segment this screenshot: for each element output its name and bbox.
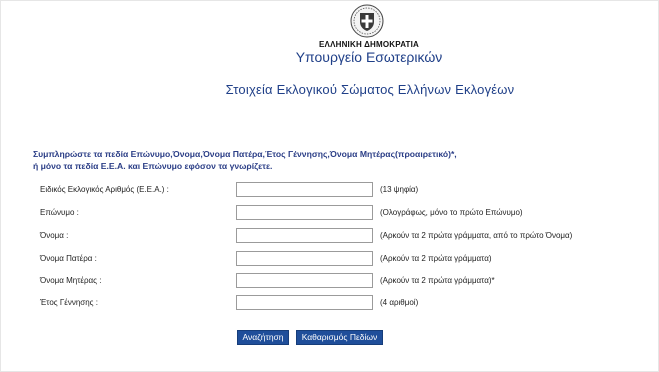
first-name-hint: (Αρκούν τα 2 πρώτα γράμματα, από το πρώτ… xyxy=(380,231,573,240)
instructions: Συμπληρώστε τα πεδία Επώνυμο,Όνομα,Όνομα… xyxy=(33,148,593,172)
form-row-surname: Επώνυμο : (Ολογράφως, μόνο το πρώτο Επών… xyxy=(0,205,659,223)
search-button[interactable]: Αναζήτηση xyxy=(237,330,289,345)
ministry-name: Υπουργείο Εσωτερικών xyxy=(295,49,443,65)
first-name-input[interactable] xyxy=(236,228,373,243)
form-row-eea: Ειδικός Εκλογικός Αριθμός (Ε.Ε.Α.) : (13… xyxy=(0,182,659,200)
birth-year-input[interactable] xyxy=(236,295,373,310)
instructions-line-2: ή μόνο τα πεδία Ε.Ε.Α. και Επώνυμο εφόσο… xyxy=(33,161,273,171)
form-row-birth-year: Έτος Γέννησης : (4 αριθμοί) xyxy=(0,295,659,313)
eea-input[interactable] xyxy=(236,182,373,197)
surname-label: Επώνυμο : xyxy=(40,208,79,217)
father-name-label: Όνομα Πατέρα : xyxy=(40,254,97,263)
eea-hint: (13 ψηφία) xyxy=(380,185,419,194)
surname-input[interactable] xyxy=(236,205,373,220)
first-name-label: Όνομα : xyxy=(40,231,69,240)
father-name-hint: (Αρκούν τα 2 πρώτα γράμματα) xyxy=(380,254,492,263)
mother-name-hint: (Αρκούν τα 2 πρώτα γράμματα)* xyxy=(380,276,495,285)
instructions-line-1: Συμπληρώστε τα πεδία Επώνυμο,Όνομα,Όνομα… xyxy=(33,149,457,159)
mother-name-input[interactable] xyxy=(236,273,373,288)
eea-label: Ειδικός Εκλογικός Αριθμός (Ε.Ε.Α.) : xyxy=(40,185,169,194)
greek-coat-of-arms-icon xyxy=(350,4,384,38)
mother-name-label: Όνομα Μητέρας : xyxy=(40,276,102,285)
father-name-input[interactable] xyxy=(236,251,373,266)
form-row-mother-name: Όνομα Μητέρας : (Αρκούν τα 2 πρώτα γράμμ… xyxy=(0,273,659,291)
page-title: Στοιχεία Εκλογικού Σώματος Ελλήνων Εκλογ… xyxy=(225,82,515,97)
form-row-first-name: Όνομα : (Αρκούν τα 2 πρώτα γράμματα, από… xyxy=(0,228,659,246)
form-row-father-name: Όνομα Πατέρα : (Αρκούν τα 2 πρώτα γράμμα… xyxy=(0,251,659,269)
birth-year-label: Έτος Γέννησης : xyxy=(40,298,98,307)
government-name: ΕΛΛΗΝΙΚΗ ΔΗΜΟΚΡΑΤΙΑ xyxy=(319,40,419,49)
birth-year-hint: (4 αριθμοί) xyxy=(380,298,419,307)
surname-hint: (Ολογράφως, μόνο το πρώτο Επώνυμο) xyxy=(380,208,523,217)
clear-fields-button[interactable]: Καθαρισμός Πεδίων xyxy=(296,330,383,345)
